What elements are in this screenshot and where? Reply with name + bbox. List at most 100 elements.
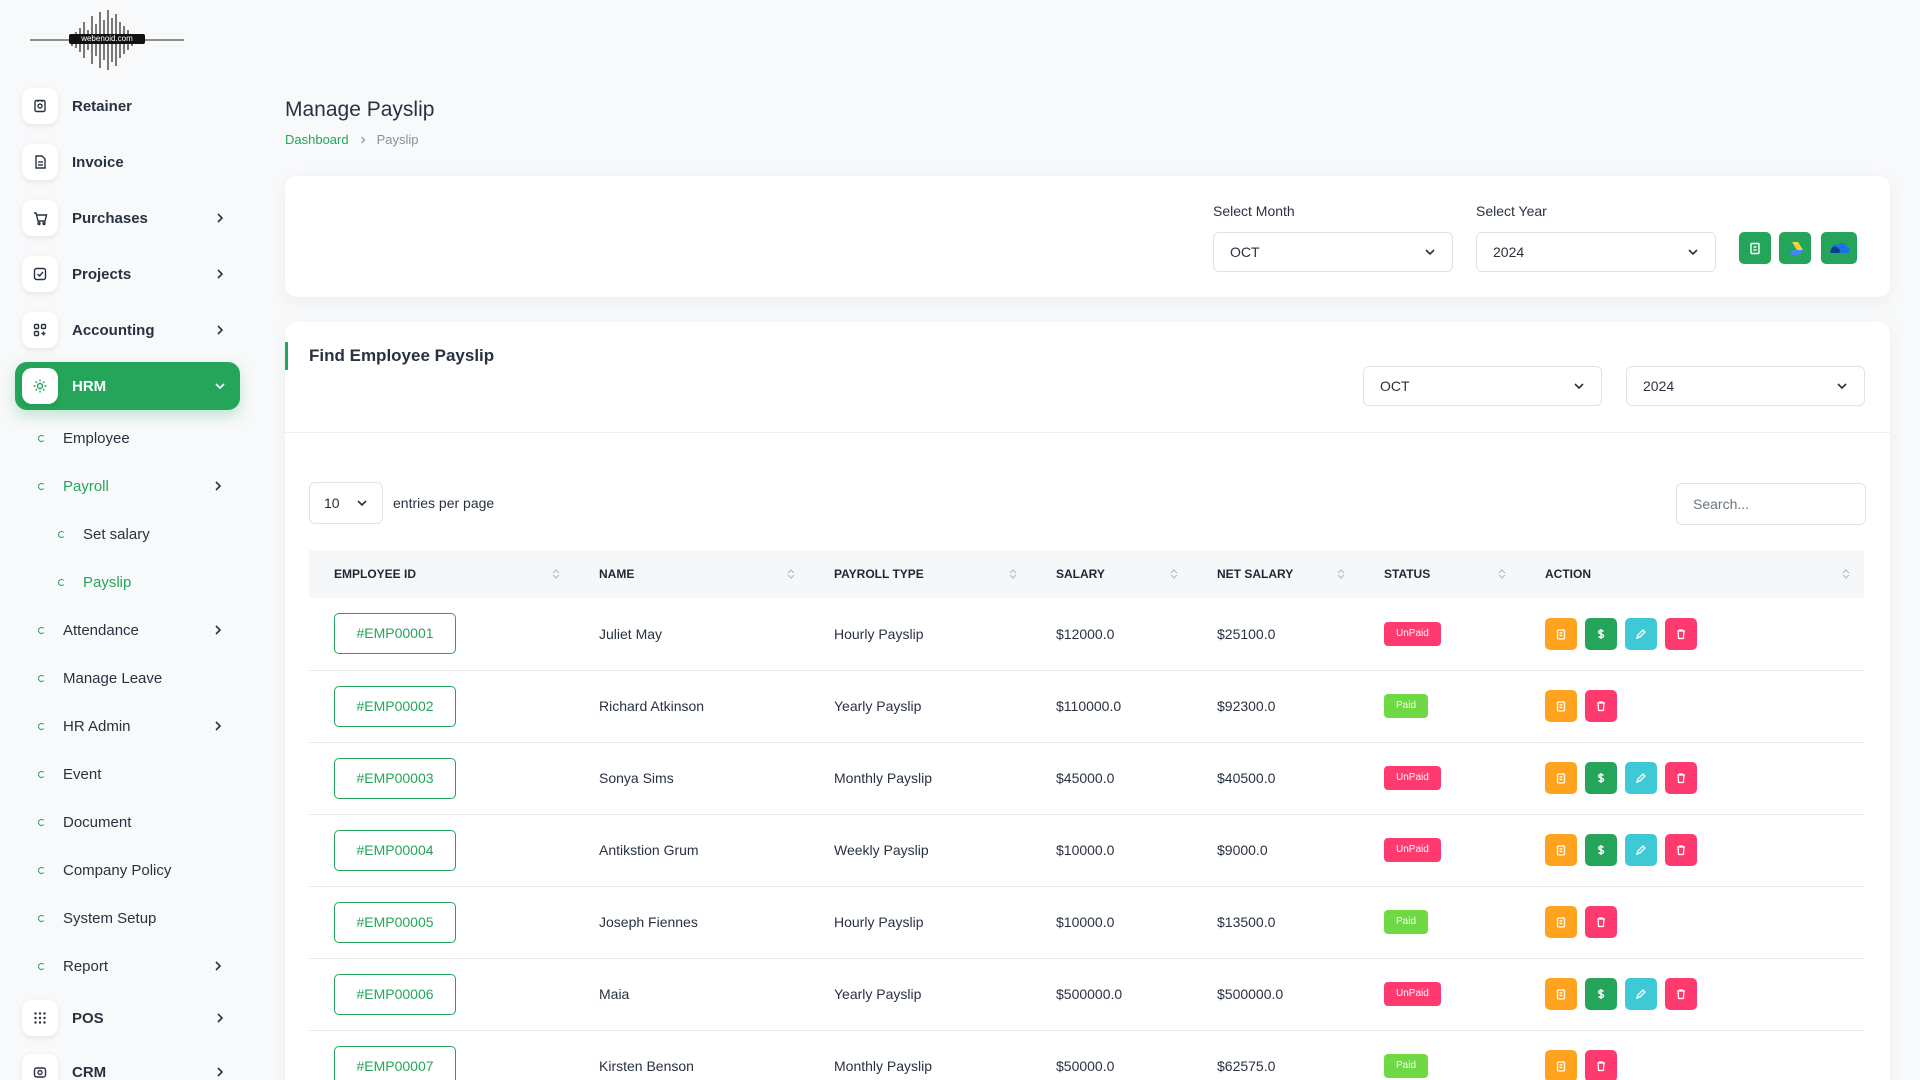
year-select-value: 2024 <box>1493 244 1525 260</box>
breadcrumb-dashboard-link[interactable]: Dashboard <box>285 132 349 147</box>
sidebar-item-set-salary[interactable]: Set salary <box>58 516 238 552</box>
cell-payroll-type: Monthly Payslip <box>809 742 1031 815</box>
sidebar-item-pos[interactable]: POS <box>15 994 240 1042</box>
sidebar-item-document[interactable]: Document <box>38 804 238 840</box>
copy-button[interactable] <box>1545 617 1577 650</box>
employee-id-button[interactable]: #EMP00006 <box>334 973 456 1015</box>
copy-button[interactable] <box>1545 690 1577 722</box>
table-row: #EMP00007 Kirsten Benson Monthly Payslip… <box>309 1030 1864 1080</box>
bullet-icon <box>38 770 45 778</box>
delete-button[interactable] <box>1665 834 1697 866</box>
employee-id-button[interactable]: #EMP00005 <box>334 901 456 943</box>
col-header-label: NAME <box>599 567 635 581</box>
sidebar-item-system-setup[interactable]: System Setup <box>38 900 238 936</box>
year-label: Select Year <box>1476 203 1547 219</box>
edit-button[interactable] <box>1625 834 1657 866</box>
employee-id-button[interactable]: #EMP00003 <box>334 757 456 799</box>
chevron-down-icon <box>1574 383 1584 390</box>
cell-status: Paid <box>1359 886 1520 959</box>
col-header-net-salary[interactable]: NET SALARY <box>1192 550 1359 598</box>
breadcrumb: Dashboard Payslip <box>285 132 419 147</box>
col-header-label: PAYROLL TYPE <box>834 567 924 581</box>
apps-icon <box>22 312 58 348</box>
cart-icon <box>22 200 58 236</box>
sidebar-item-hrm[interactable]: HRM <box>15 362 240 410</box>
chevron-down-icon <box>1425 249 1435 256</box>
pay-button[interactable] <box>1585 834 1617 866</box>
bullet-icon <box>58 530 65 538</box>
employee-id-button[interactable]: #EMP00002 <box>334 685 456 727</box>
sidebar-item-manage-leave[interactable]: Manage Leave <box>38 660 238 696</box>
sidebar-item-invoice[interactable]: Invoice <box>15 138 240 186</box>
month-select[interactable]: OCT <box>1213 232 1453 272</box>
col-header-payroll-type[interactable]: PAYROLL TYPE <box>809 550 1031 598</box>
edit-button[interactable] <box>1625 762 1657 794</box>
export-button[interactable] <box>1739 232 1771 264</box>
delete-button[interactable] <box>1665 978 1697 1010</box>
chevron-right-icon <box>217 1013 224 1023</box>
sidebar-item-label: Payslip <box>83 573 132 591</box>
onedrive-button[interactable] <box>1821 232 1857 264</box>
clipboard-icon <box>1750 242 1760 255</box>
page-title: Manage Payslip <box>285 98 435 121</box>
copy-button[interactable] <box>1545 1050 1577 1080</box>
table-row: #EMP00004 Antikstion Grum Weekly Payslip… <box>309 814 1864 887</box>
chevron-right-icon <box>217 1067 224 1077</box>
chevron-down-icon <box>215 383 225 390</box>
search-input[interactable] <box>1676 483 1866 525</box>
sidebar-item-crm[interactable]: CRM <box>15 1048 240 1080</box>
cell-status: UnPaid <box>1359 958 1520 1031</box>
delete-button[interactable] <box>1585 1050 1617 1080</box>
copy-button[interactable] <box>1545 978 1577 1010</box>
sidebar-item-projects[interactable]: Projects <box>15 250 240 298</box>
status-badge: UnPaid <box>1384 982 1441 1006</box>
sidebar-item-retainer[interactable]: Retainer <box>15 82 240 130</box>
sidebar-item-employee[interactable]: Employee <box>38 420 238 456</box>
copy-button[interactable] <box>1545 834 1577 866</box>
employee-id-button[interactable]: #EMP00004 <box>334 829 456 871</box>
edit-button[interactable] <box>1625 978 1657 1010</box>
sidebar-item-payslip[interactable]: Payslip <box>58 564 238 600</box>
pencil-icon <box>1635 773 1646 784</box>
sidebar-item-payroll[interactable]: Payroll <box>38 468 238 504</box>
find-year-select[interactable]: 2024 <box>1626 366 1865 406</box>
cell-action <box>1520 886 1864 959</box>
col-header-status[interactable]: STATUS <box>1359 550 1520 598</box>
bullet-icon <box>38 482 45 490</box>
sidebar-item-label: HR Admin <box>63 717 131 735</box>
col-header-salary[interactable]: SALARY <box>1031 550 1192 598</box>
edit-button[interactable] <box>1625 617 1657 650</box>
sidebar-item-label: Purchases <box>72 209 148 227</box>
employee-id-button[interactable]: #EMP00001 <box>334 613 456 655</box>
sidebar-item-company-policy[interactable]: Company Policy <box>38 852 238 888</box>
cell-payroll-type: Hourly Payslip <box>809 886 1031 959</box>
sidebar-item-purchases[interactable]: Purchases <box>15 194 240 242</box>
sidebar-item-hr-admin[interactable]: HR Admin <box>38 708 238 744</box>
per-page-select[interactable]: 10 <box>309 482 383 524</box>
chevron-right-icon <box>215 721 222 731</box>
col-header-action[interactable]: ACTION <box>1520 550 1864 598</box>
payslip-card: Find Employee Payslip OCT 2024 10 entrie… <box>285 322 1890 1080</box>
col-header-name[interactable]: NAME <box>574 550 809 598</box>
col-header-employee-id[interactable]: EMPLOYEE ID <box>309 550 574 598</box>
google-drive-button[interactable] <box>1779 232 1811 264</box>
sidebar-item-label: Payroll <box>63 477 109 495</box>
company-logo[interactable]: webenoid.com <box>30 8 184 76</box>
pay-button[interactable] <box>1585 762 1617 794</box>
sidebar-item-accounting[interactable]: Accounting <box>15 306 240 354</box>
delete-button[interactable] <box>1585 690 1617 722</box>
sidebar-item-report[interactable]: Report <box>38 948 238 984</box>
delete-button[interactable] <box>1665 617 1697 650</box>
find-month-select[interactable]: OCT <box>1363 366 1602 406</box>
copy-button[interactable] <box>1545 906 1577 938</box>
sidebar-item-attendance[interactable]: Attendance <box>38 612 238 648</box>
copy-button[interactable] <box>1545 762 1577 794</box>
delete-button[interactable] <box>1585 906 1617 938</box>
cell-net-salary: $25100.0 <box>1192 598 1359 671</box>
employee-id-button[interactable]: #EMP00007 <box>334 1045 456 1080</box>
pay-button[interactable] <box>1585 978 1617 1010</box>
pay-button[interactable] <box>1585 617 1617 650</box>
year-select[interactable]: 2024 <box>1476 232 1716 272</box>
sidebar-item-event[interactable]: Event <box>38 756 238 792</box>
delete-button[interactable] <box>1665 762 1697 794</box>
